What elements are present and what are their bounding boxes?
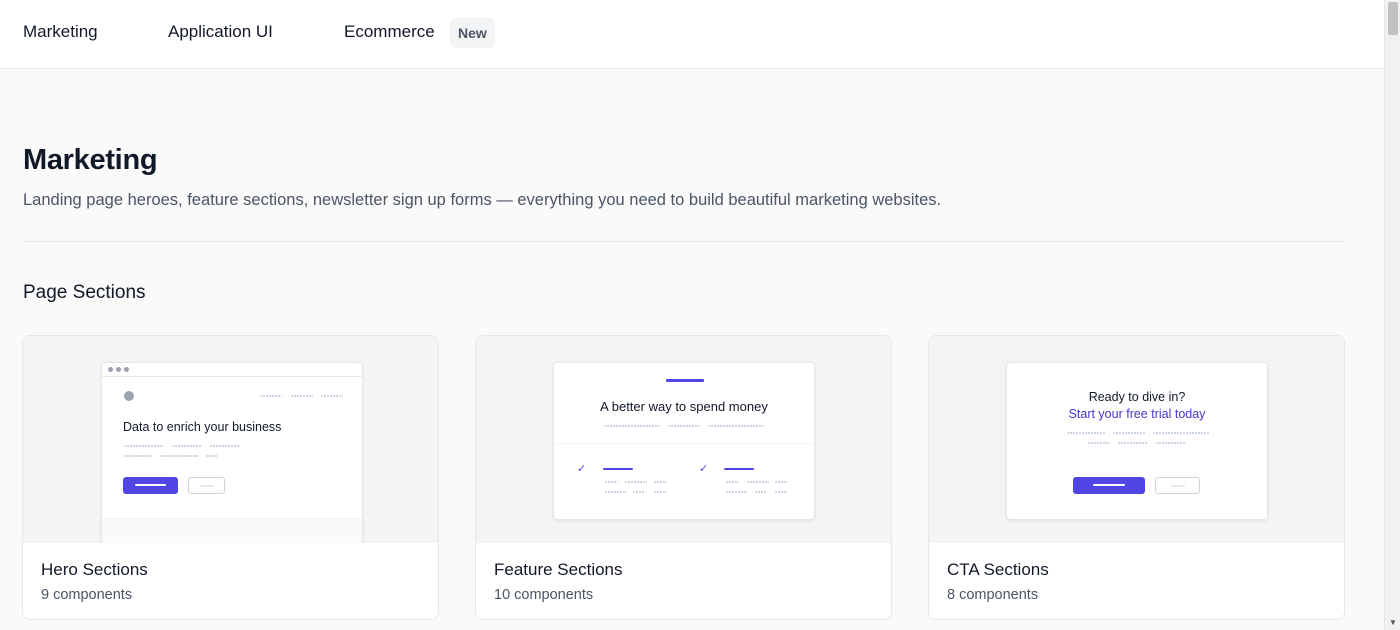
hero-preview-secondary-button: [188, 477, 225, 494]
section-title: Page Sections: [23, 282, 146, 303]
cta-preview-primary-button: [1073, 477, 1145, 494]
arrow-down-icon[interactable]: ▼: [1385, 614, 1400, 630]
cta-preview-secondary-button: [1155, 477, 1200, 494]
card-count: 10 components: [494, 587, 594, 603]
hero-mockup: Data to enrich your business: [101, 362, 363, 563]
card-count: 9 components: [41, 587, 133, 603]
feature-mockup: A better way to spend money ✓ ✓: [553, 362, 815, 520]
hero-preview-primary-button: [123, 477, 178, 494]
card-feature-sections[interactable]: A better way to spend money ✓ ✓ Feature …: [475, 335, 892, 620]
nav-marketing[interactable]: Marketing: [23, 22, 98, 42]
hero-preview-heading: Data to enrich your business: [123, 420, 282, 434]
card-title: Hero Sections: [41, 560, 148, 579]
divider: [23, 241, 1345, 242]
scrollbar[interactable]: ▲ ▼: [1384, 0, 1400, 630]
nav-ecommerce[interactable]: Ecommerce: [344, 22, 435, 42]
check-icon: ✓: [699, 463, 709, 475]
card-preview: Ready to dive in? Start your free trial …: [929, 336, 1344, 543]
card-hero-sections[interactable]: Data to enrich your business Hero Sectio…: [22, 335, 439, 620]
card-preview: Data to enrich your business: [23, 336, 438, 563]
nav-application-ui[interactable]: Application UI: [168, 22, 273, 42]
page-description: Landing page heroes, feature sections, n…: [23, 191, 942, 209]
new-badge: New: [450, 18, 495, 48]
card-title: Feature Sections: [494, 560, 623, 579]
card-cta-sections[interactable]: Ready to dive in? Start your free trial …: [928, 335, 1345, 620]
card-preview: A better way to spend money ✓ ✓: [476, 336, 891, 543]
feature-preview-heading: A better way to spend money: [600, 399, 768, 414]
card-title: CTA Sections: [947, 560, 1049, 579]
card-count: 8 components: [947, 587, 1039, 603]
cta-preview-heading: Ready to dive in?: [1088, 390, 1186, 404]
top-nav: Marketing Application UI Ecommerce New: [0, 0, 1384, 69]
page-title: Marketing: [23, 144, 158, 176]
cta-preview-subheading: Start your free trial today: [1068, 407, 1206, 421]
check-icon: ✓: [577, 463, 587, 475]
cta-mockup: Ready to dive in? Start your free trial …: [1006, 362, 1268, 520]
scrollbar-thumb[interactable]: [1388, 2, 1398, 35]
